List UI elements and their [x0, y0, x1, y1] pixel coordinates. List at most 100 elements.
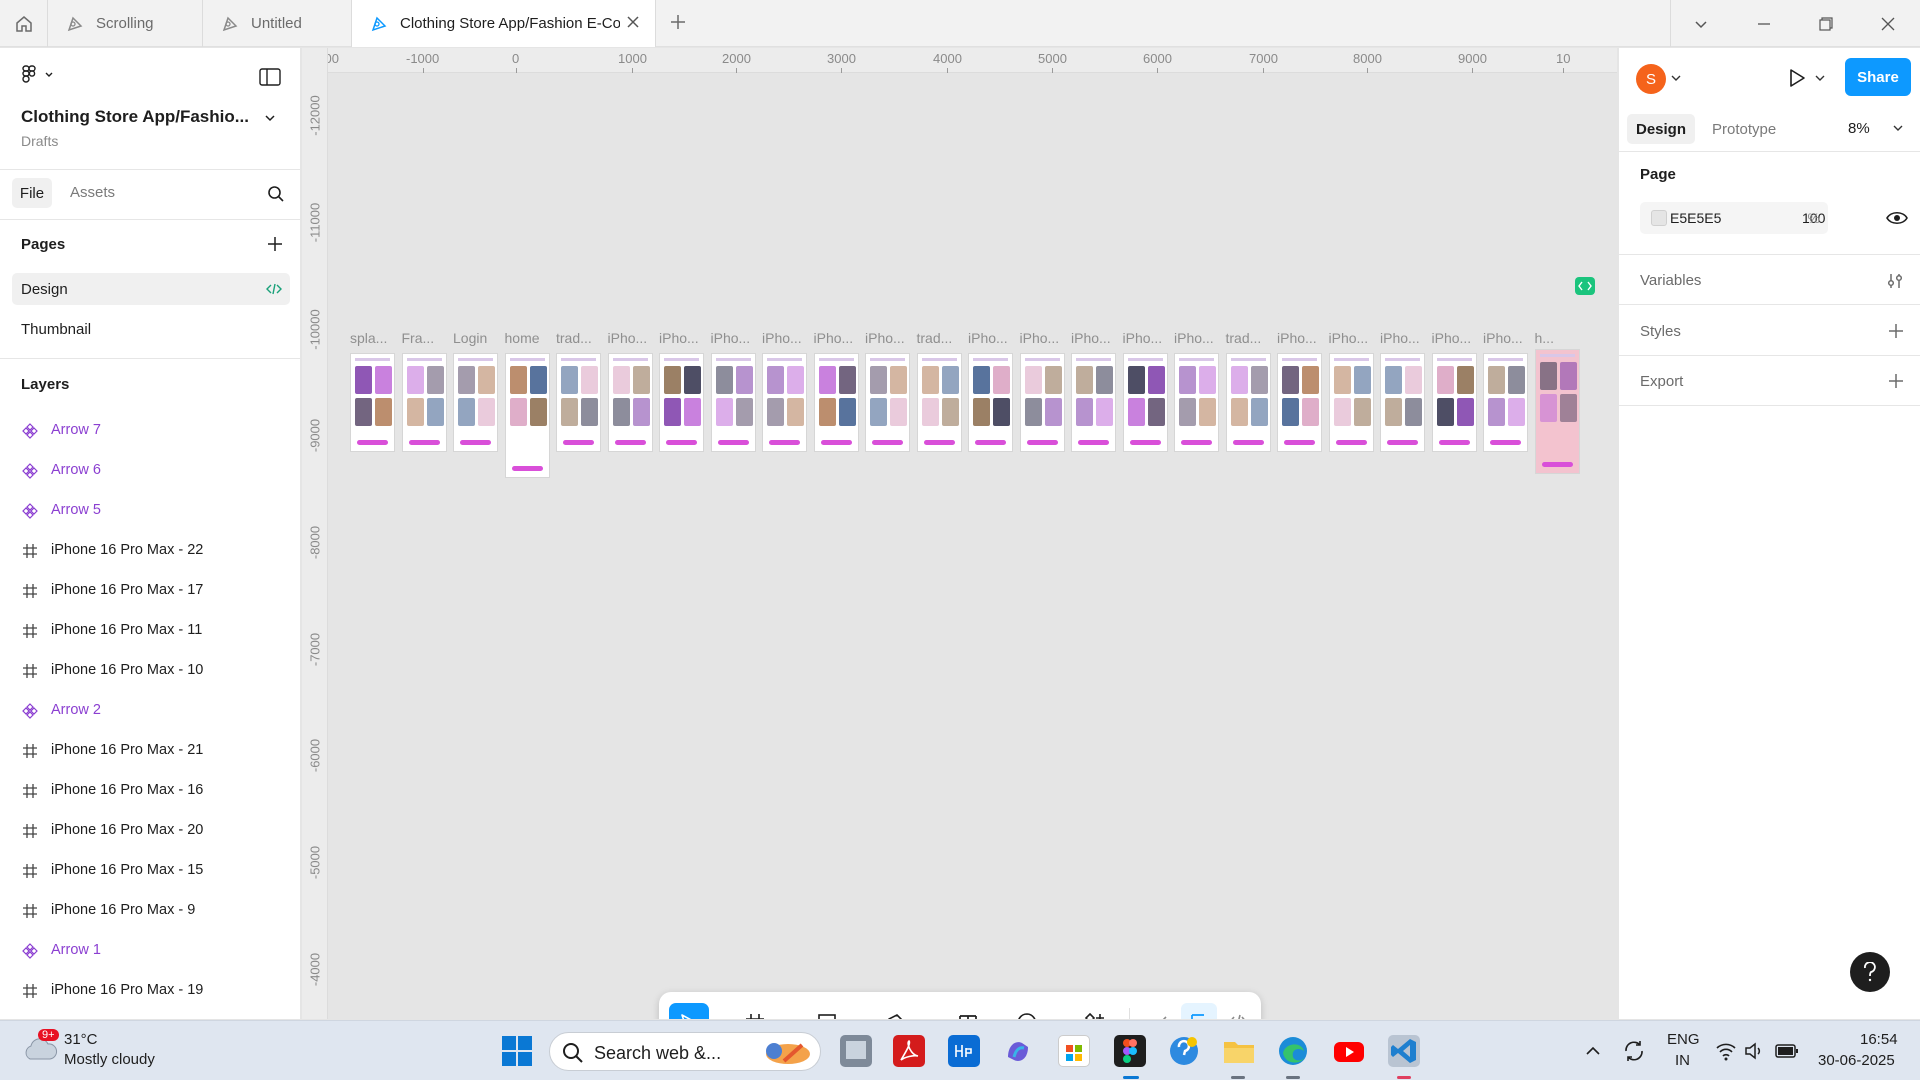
frame-thumbnail[interactable] — [762, 353, 807, 452]
frame-thumbnail[interactable] — [968, 353, 1013, 452]
layer-item[interactable]: iPhone 16 Pro Max - 15 — [0, 850, 300, 890]
frame-label[interactable]: iPho... — [1380, 330, 1420, 346]
tab-file[interactable]: File — [12, 178, 52, 208]
frame-thumbnail[interactable] — [1431, 353, 1477, 452]
restore-button[interactable] — [1795, 0, 1857, 47]
language-code[interactable]: ENG — [1667, 1031, 1700, 1048]
acrobat-app[interactable] — [893, 1035, 925, 1067]
frame-thumbnail[interactable] — [1483, 353, 1528, 452]
frame-label[interactable]: iPho... — [1329, 330, 1369, 346]
add-export-icon[interactable] — [1888, 373, 1904, 389]
frame-thumbnail[interactable] — [1277, 353, 1322, 452]
frame-label[interactable]: iPho... — [608, 330, 648, 346]
frame-label[interactable]: iPho... — [1483, 330, 1523, 346]
home-button[interactable] — [0, 0, 48, 47]
layer-item[interactable]: iPhone 16 Pro Max - 10 — [0, 650, 300, 690]
wifi-icon[interactable] — [1715, 1041, 1737, 1061]
tab-assets[interactable]: Assets — [70, 184, 115, 201]
frame-label[interactable]: iPho... — [659, 330, 699, 346]
frame-thumbnail[interactable] — [1328, 353, 1374, 452]
page-color-value[interactable]: E5E5E5 — [1670, 210, 1721, 226]
close-tab-icon[interactable] — [625, 14, 641, 30]
layer-item[interactable]: iPhone 16 Pro Max - 20 — [0, 810, 300, 850]
variables-settings-icon[interactable] — [1886, 272, 1904, 290]
store-app[interactable] — [1058, 1035, 1090, 1067]
page-color-field[interactable]: E5E5E5 100 % — [1640, 202, 1828, 234]
layer-item[interactable]: iPhone 16 Pro Max - 17 — [0, 570, 300, 610]
frame-label[interactable]: iPho... — [1020, 330, 1060, 346]
volume-icon[interactable] — [1744, 1041, 1766, 1061]
minimize-button[interactable] — [1733, 0, 1795, 47]
frame-thumbnail[interactable] — [1071, 353, 1116, 452]
frame-label[interactable]: iPho... — [814, 330, 854, 346]
figma-menu-icon[interactable] — [22, 65, 56, 83]
page-item-thumbnail[interactable]: Thumbnail — [12, 313, 290, 345]
close-window-button[interactable] — [1857, 0, 1919, 47]
copilot-app[interactable] — [1002, 1035, 1034, 1067]
styles-heading[interactable]: Styles — [1640, 323, 1681, 340]
rectangle-tool[interactable] — [809, 1003, 845, 1019]
frame-thumbnail[interactable] — [453, 353, 498, 452]
tab-scrolling[interactable]: Scrolling — [48, 0, 203, 47]
weather-widget[interactable]: 9+ — [22, 1029, 59, 1063]
frame-thumbnail[interactable] — [710, 353, 756, 452]
layer-item[interactable]: Arrow 1 — [0, 930, 300, 970]
frame-thumbnail[interactable] — [813, 353, 859, 452]
frame-label[interactable]: iPho... — [1123, 330, 1163, 346]
chevron-down-icon[interactable] — [264, 112, 276, 124]
design-canvas[interactable]: 2000-10000100020003000400050006000700080… — [302, 48, 1617, 1019]
start-button[interactable] — [501, 1035, 533, 1067]
frame-thumbnail[interactable] — [350, 353, 395, 452]
frame-tool[interactable] — [737, 1003, 773, 1019]
frame-label[interactable]: trad... — [556, 330, 592, 346]
frame-label[interactable]: iPho... — [1071, 330, 1111, 346]
pen-tool[interactable] — [879, 1003, 915, 1019]
clock-time[interactable]: 16:54 — [1860, 1031, 1898, 1048]
frame-label[interactable]: iPho... — [762, 330, 802, 346]
frame-label[interactable]: h... — [1535, 330, 1554, 346]
frame-label[interactable]: home — [505, 330, 540, 346]
share-button[interactable]: Share — [1845, 58, 1911, 96]
frame-thumbnail[interactable] — [401, 353, 447, 452]
layer-item[interactable]: Arrow 2 — [0, 690, 300, 730]
layer-item[interactable]: Arrow 7 — [0, 410, 300, 450]
frame-label[interactable]: iPho... — [1174, 330, 1214, 346]
layer-item[interactable]: iPhone 16 Pro Max - 19 — [0, 970, 300, 1010]
frame-thumbnail[interactable] — [1380, 353, 1425, 452]
layer-item[interactable]: Arrow 5 — [0, 490, 300, 530]
battery-icon[interactable] — [1775, 1043, 1799, 1059]
frame-thumbnail[interactable] — [659, 353, 704, 452]
add-style-icon[interactable] — [1888, 323, 1904, 339]
add-page-icon[interactable] — [267, 236, 283, 252]
sync-icon[interactable] — [1622, 1039, 1646, 1063]
layer-item[interactable]: iPhone 16 Pro Max - 9 — [0, 890, 300, 930]
chevron-down-icon[interactable] — [1671, 74, 1681, 82]
comment-tool[interactable] — [1009, 1003, 1045, 1019]
tabs-dropdown[interactable] — [1670, 0, 1732, 47]
layer-item[interactable]: iPhone 16 Pro Max - 11 — [0, 610, 300, 650]
frame-thumbnail[interactable] — [556, 353, 601, 452]
frame-label[interactable]: iPho... — [865, 330, 905, 346]
layer-item[interactable]: iPhone 16 Pro Max - 22 — [0, 530, 300, 570]
taskbar-search[interactable]: Search web &... — [549, 1032, 821, 1071]
page-item-design[interactable]: Design — [12, 273, 290, 305]
dev-mode-badge[interactable] — [1575, 277, 1595, 295]
project-title[interactable]: Clothing Store App/Fashio... — [21, 107, 249, 127]
draw-mode-tool[interactable] — [1142, 1003, 1178, 1019]
sidebar-toggle-icon[interactable] — [259, 68, 281, 86]
export-heading[interactable]: Export — [1640, 373, 1683, 390]
frame-thumbnail[interactable] — [1534, 349, 1580, 474]
color-swatch[interactable] — [1651, 210, 1667, 226]
chevron-down-icon[interactable] — [1815, 74, 1825, 82]
move-tool[interactable] — [669, 1003, 709, 1019]
variables-heading[interactable]: Variables — [1640, 272, 1701, 289]
new-tab-icon[interactable] — [668, 12, 688, 32]
frame-label[interactable]: Login — [453, 330, 487, 346]
vscode-app[interactable] — [1388, 1035, 1420, 1067]
search-icon[interactable] — [267, 185, 285, 203]
frame-label[interactable]: iPho... — [1277, 330, 1317, 346]
myhp-app[interactable] — [948, 1035, 980, 1067]
frame-label[interactable]: trad... — [917, 330, 953, 346]
figma-app[interactable] — [1114, 1035, 1146, 1067]
zoom-level[interactable]: 8% — [1848, 120, 1870, 137]
